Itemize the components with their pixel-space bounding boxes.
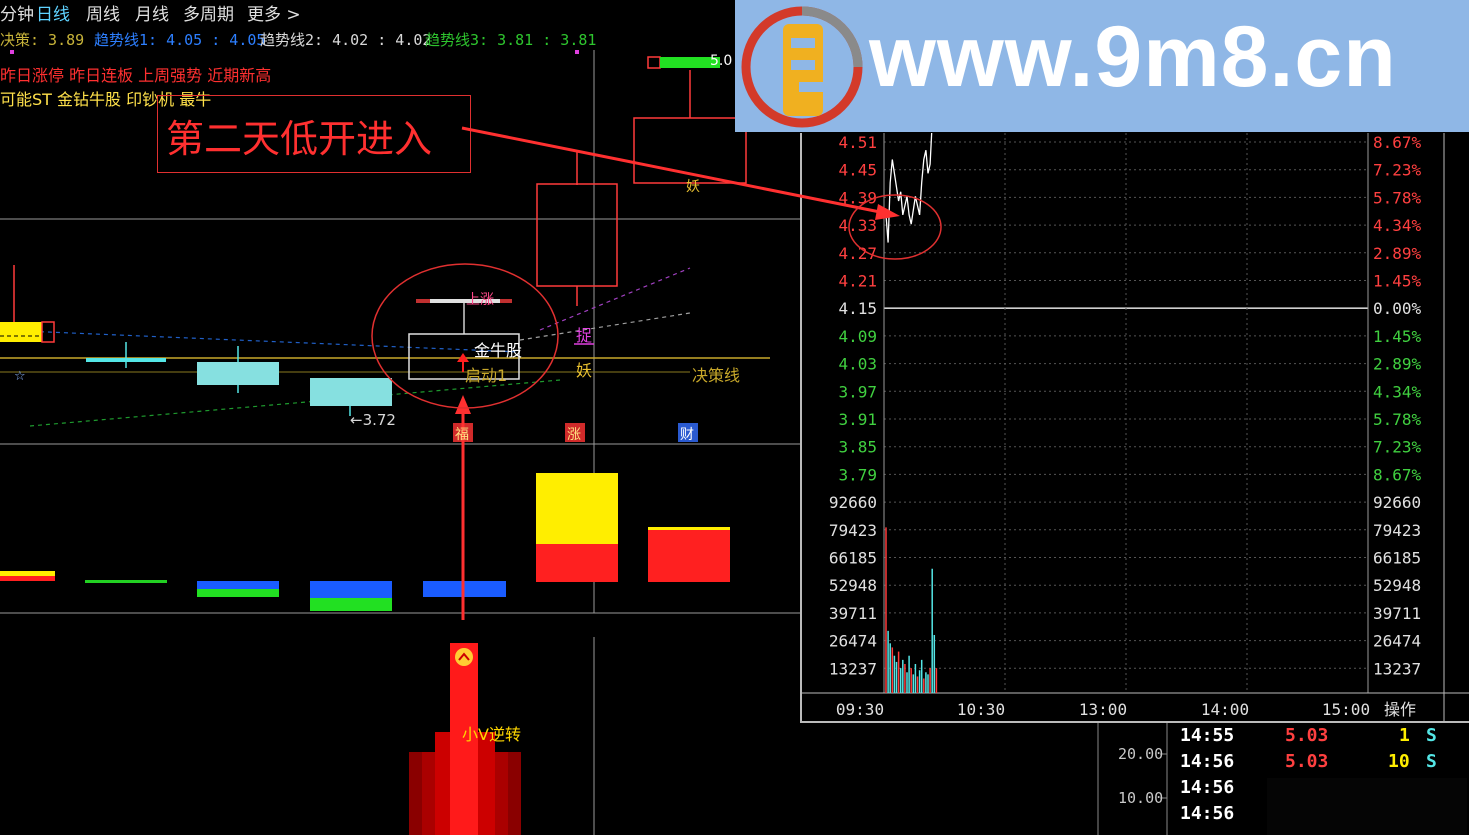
annotation-overlay bbox=[461, 126, 942, 260]
annotation-ellipse-intraday bbox=[848, 194, 942, 260]
annotation-arrow-right bbox=[461, 126, 881, 214]
